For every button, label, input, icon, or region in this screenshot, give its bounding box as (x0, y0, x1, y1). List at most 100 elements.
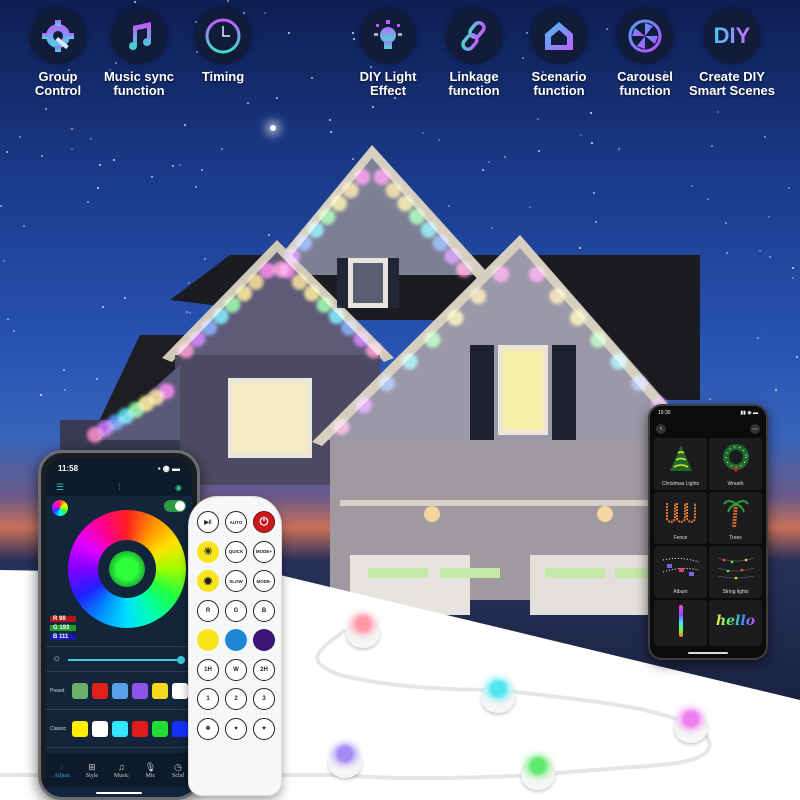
tab-style[interactable]: ⊞ Style (86, 762, 98, 779)
signal-wifi-battery-icon: ▮▮ ◉ ▬ (740, 410, 758, 416)
green-button[interactable]: G (225, 599, 247, 622)
album-icon (654, 550, 707, 584)
preset-swatch[interactable] (112, 682, 128, 699)
feature-diy-light-effect: DIY Light Effect (343, 8, 433, 98)
hello-text-icon: hello (715, 613, 756, 629)
equalizer-icon[interactable]: ⫶ (118, 482, 120, 493)
feature-create-diy: DIY Create DIY Smart Scenes (687, 8, 777, 98)
feature-label: Create DIY (699, 69, 765, 84)
gear-wrench-icon (42, 20, 74, 52)
classic-swatch[interactable] (72, 720, 88, 737)
tab-music[interactable]: ♫ Music (114, 762, 129, 779)
app-nav: ‹ ⋯ (650, 420, 766, 438)
scene-tile[interactable]: Fence (654, 492, 707, 544)
music-mode-3-button[interactable]: 3 (253, 688, 275, 710)
back-button[interactable]: ‹ (656, 424, 666, 434)
preset-swatch[interactable] (152, 682, 168, 699)
remote-control: ▶‖ AUTO ⏻ ☀ QUICK MODE+ ✹ SLOW MODE- R G B 1H W 2H 1 2 3 ❄… (188, 496, 282, 796)
feature-music-sync: Music sync function (94, 8, 184, 98)
feature-label: Carousel (617, 69, 673, 84)
play-pause-button[interactable]: ▶‖ (197, 511, 219, 533)
stars-button[interactable]: ✦ (253, 717, 275, 740)
status-bar: 11:58 ▪ ◉ ▬ (46, 458, 192, 478)
music-mode-2-button[interactable]: 2 (225, 688, 247, 710)
mode-minus-button[interactable]: MODE- (253, 570, 275, 592)
signal-wifi-battery-icon: ▪ ◉ ▬ (157, 463, 180, 473)
scene-tile[interactable]: Album (654, 546, 707, 598)
classic-row: Classic (46, 710, 192, 748)
tab-schd[interactable]: ◷ Schd (172, 762, 184, 779)
classic-swatch[interactable] (132, 720, 148, 737)
sky-blue-color-button[interactable] (225, 629, 247, 651)
preset-label: Preset (50, 687, 65, 694)
more-button[interactable]: ⋯ (750, 424, 760, 434)
home-indicator (96, 792, 142, 794)
scene-label: Christmas Lights (661, 481, 700, 487)
mode-plus-button[interactable]: MODE+ (253, 540, 275, 563)
color-mode-icon[interactable] (52, 500, 68, 516)
quick-button[interactable]: QUICK (225, 540, 247, 563)
timer-1h-button[interactable]: 1H (197, 658, 219, 681)
tab-adjust[interactable]: ⫶ Adjust (54, 762, 70, 779)
preset-swatch[interactable] (132, 682, 148, 699)
blue-value: B 111 (50, 634, 76, 640)
preset-row: Preset (46, 672, 192, 710)
brightness-icon: ☼ (52, 653, 62, 664)
bottom-tab-bar: ⫶ Adjust ⊞ Style ♫ Music 🎙 Mic ◷ Schd (46, 753, 192, 787)
preset-swatch[interactable] (172, 682, 188, 699)
settings-icon[interactable]: ◉ (175, 483, 182, 492)
red-button[interactable]: R (197, 599, 219, 622)
red-value: R 98 (50, 616, 76, 622)
hearts-button[interactable]: ♥ (225, 717, 247, 740)
scene-tile[interactable] (654, 600, 707, 646)
classic-swatch[interactable] (112, 720, 128, 737)
brightness-down-button[interactable]: ✹ (197, 570, 219, 592)
pixel-light (475, 675, 521, 715)
blue-button[interactable]: B (253, 599, 275, 622)
scene-label: Trees (729, 535, 742, 541)
pixel-light (515, 752, 561, 792)
slider-knob[interactable] (177, 656, 185, 664)
tab-mic[interactable]: 🎙 Mic (145, 762, 156, 779)
feature-label: Linkage (449, 69, 499, 84)
feature-label: Scenario (531, 69, 587, 84)
preset-swatch[interactable] (92, 682, 108, 699)
classic-swatch[interactable] (152, 720, 168, 737)
scene-tile[interactable]: hello (709, 600, 762, 646)
pixel-light (322, 740, 368, 780)
auto-button[interactable]: AUTO (225, 511, 247, 533)
slow-button[interactable]: SLOW (225, 570, 247, 592)
white-button[interactable]: W (225, 658, 247, 681)
timer-2h-button[interactable]: 2H (253, 658, 275, 681)
power-toggle[interactable] (164, 500, 186, 512)
brightness-up-button[interactable]: ☀ (197, 540, 219, 563)
music-mode-1-button[interactable]: 1 (197, 688, 219, 710)
scene-tile[interactable]: Trees (709, 492, 762, 544)
yellow-color-button[interactable] (197, 629, 219, 651)
purple-color-button[interactable] (253, 629, 275, 651)
pixel-light (668, 705, 714, 745)
menu-icon[interactable]: ☰ (56, 482, 64, 493)
power-button[interactable]: ⏻ (253, 511, 275, 533)
pixel-light (340, 610, 386, 650)
feature-label: DIY Light (359, 69, 417, 84)
scene-tile[interactable]: String lights (709, 546, 762, 598)
classic-swatch[interactable] (92, 720, 108, 737)
selected-color-preview (109, 551, 145, 587)
status-bar: 19:30 ▮▮ ◉ ▬ (650, 406, 766, 420)
feature-label: Music sync (103, 69, 175, 84)
classic-swatch[interactable] (172, 720, 188, 737)
status-time: 19:30 (658, 410, 671, 416)
sliders-icon: ⫶ (60, 761, 64, 772)
color-wheel[interactable] (68, 510, 186, 628)
home-indicator (688, 652, 728, 654)
scene-tile[interactable]: Wreath (709, 438, 762, 490)
scenes-app-phone: 19:30 ▮▮ ◉ ▬ ‹ ⋯ Christmas Lights Wreath F… (648, 404, 768, 660)
preset-swatch[interactable] (72, 682, 88, 699)
scene-tile[interactable]: Christmas Lights (654, 438, 707, 490)
mic-icon: 🎙 (144, 761, 157, 772)
scene-label: String lights (722, 589, 749, 595)
control-app-phone: 11:58 ▪ ◉ ▬ ☰ ⫶ ◉ R 98 G 193 B 111 ☼ Pre… (38, 450, 200, 800)
brightness-slider[interactable]: ☼ (46, 646, 192, 672)
snowflake-button[interactable]: ❄ (197, 717, 219, 740)
